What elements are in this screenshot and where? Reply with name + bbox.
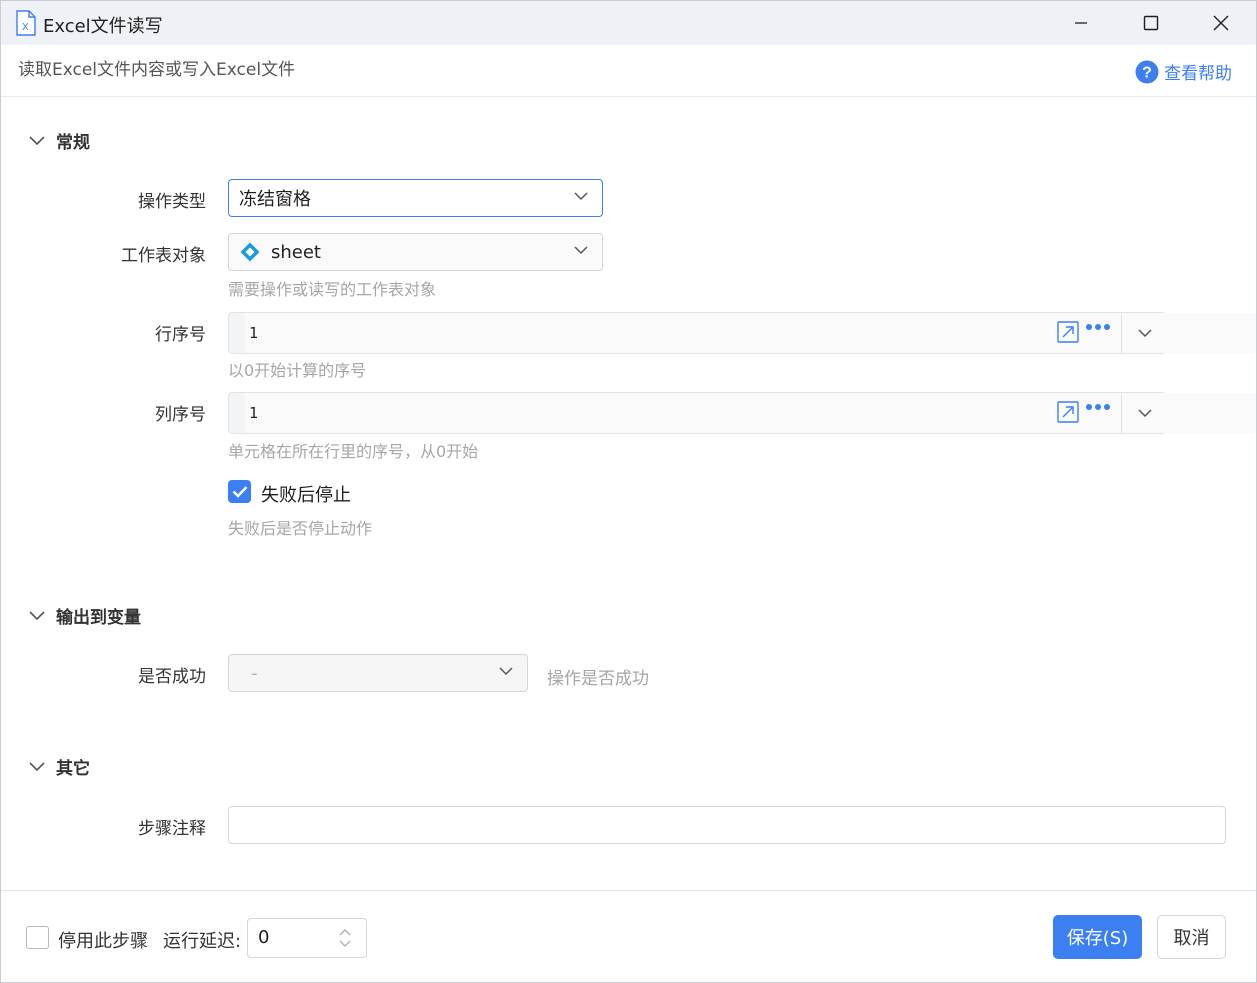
section-title: 其它 [56, 759, 90, 779]
section-title: 输出到变量 [56, 608, 141, 628]
run-delay-value: 0 [258, 927, 270, 948]
success-hint: 操作是否成功 [547, 669, 649, 689]
row-index-value[interactable]: 1 [245, 313, 1256, 353]
title-bar: X Excel文件读写 [1, 1, 1256, 45]
help-link[interactable]: ? 查看帮助 [1135, 59, 1232, 84]
close-button[interactable] [1187, 1, 1255, 45]
question-circle-icon: ? [1135, 60, 1159, 83]
chevron-down-icon [574, 246, 588, 255]
minimize-icon [1075, 22, 1087, 24]
chevron-down-icon [29, 610, 45, 620]
close-icon [1213, 15, 1229, 31]
chevron-down-icon [574, 192, 588, 201]
more-options-icon[interactable] [1085, 403, 1111, 411]
row-index-hint: 以0开始计算的序号 [228, 361, 367, 380]
run-delay-input[interactable]: 0 [247, 918, 367, 958]
stop-on-fail-label[interactable]: 失败后停止 [261, 481, 351, 507]
chevron-down-icon [1137, 328, 1152, 337]
disable-step-label[interactable]: 停用此步骤 [58, 927, 148, 953]
row-index-label: 行序号 [155, 325, 206, 345]
operation-type-label: 操作类型 [138, 192, 206, 212]
section-other-header[interactable]: 其它 [29, 754, 90, 779]
svg-text:?: ? [1142, 64, 1152, 81]
window-title: Excel文件读写 [43, 16, 163, 37]
more-options-icon[interactable] [1085, 323, 1111, 331]
operation-type-value: 冻结窗格 [239, 189, 311, 210]
expand-editor-icon[interactable] [1057, 401, 1079, 423]
col-index-value[interactable]: 1 [245, 393, 1256, 433]
stop-on-fail-checkbox[interactable] [228, 480, 251, 503]
stop-on-fail-hint: 失败后是否停止动作 [228, 519, 373, 538]
success-variable-select[interactable]: - [228, 654, 528, 692]
sheet-object-label: 工作表对象 [121, 246, 206, 266]
chevron-down-icon [29, 761, 45, 771]
col-index-hint: 单元格在所在行里的序号，从0开始 [228, 442, 479, 461]
section-title: 常规 [56, 133, 90, 153]
chevron-down-icon [499, 667, 513, 676]
excel-file-icon: X [16, 10, 36, 36]
step-note-input[interactable] [228, 806, 1226, 844]
chevron-down-icon [1137, 408, 1152, 417]
col-index-input[interactable]: 1 [228, 392, 1256, 434]
sheet-object-select[interactable]: sheet [228, 233, 603, 271]
svg-text:X: X [22, 22, 29, 33]
row-index-dropdown-button[interactable] [1121, 313, 1167, 353]
excel-rw-dialog: X Excel文件读写 读取Excel文件内容或写入Excel文件 ? 查看帮助… [0, 0, 1257, 983]
disable-step-checkbox[interactable] [26, 926, 49, 949]
dialog-footer: 停用此步骤 运行延迟: 0 保存(S) 取消 [1, 890, 1256, 982]
run-delay-label: 运行延迟: [163, 931, 242, 952]
dialog-header: 读取Excel文件内容或写入Excel文件 ? 查看帮助 [1, 45, 1256, 97]
minimize-button[interactable] [1047, 1, 1115, 45]
dialog-description: 读取Excel文件内容或写入Excel文件 [18, 60, 296, 80]
step-note-label: 步骤注释 [138, 819, 206, 839]
operation-type-select[interactable]: 冻结窗格 [228, 179, 603, 217]
success-label: 是否成功 [138, 667, 206, 687]
help-label: 查看帮助 [1164, 64, 1232, 84]
cancel-button[interactable]: 取消 [1157, 915, 1226, 959]
col-index-label: 列序号 [155, 405, 206, 425]
sheet-object-value: sheet [271, 241, 321, 263]
sheet-object-hint: 需要操作或读写的工作表对象 [228, 280, 437, 299]
maximize-icon [1143, 15, 1159, 31]
checkmark-icon [232, 486, 247, 498]
col-index-dropdown-button[interactable] [1121, 393, 1167, 433]
row-index-input[interactable]: 1 [228, 312, 1256, 354]
success-variable-value: - [251, 662, 258, 684]
section-output-header[interactable]: 输出到变量 [29, 603, 141, 628]
spinner-arrows-icon[interactable] [338, 927, 352, 949]
save-button[interactable]: 保存(S) [1053, 915, 1142, 959]
expand-editor-icon[interactable] [1057, 321, 1079, 343]
section-general-header[interactable]: 常规 [29, 128, 90, 153]
maximize-button[interactable] [1117, 1, 1185, 45]
variable-diamond-icon [240, 242, 260, 262]
chevron-down-icon [29, 135, 45, 145]
